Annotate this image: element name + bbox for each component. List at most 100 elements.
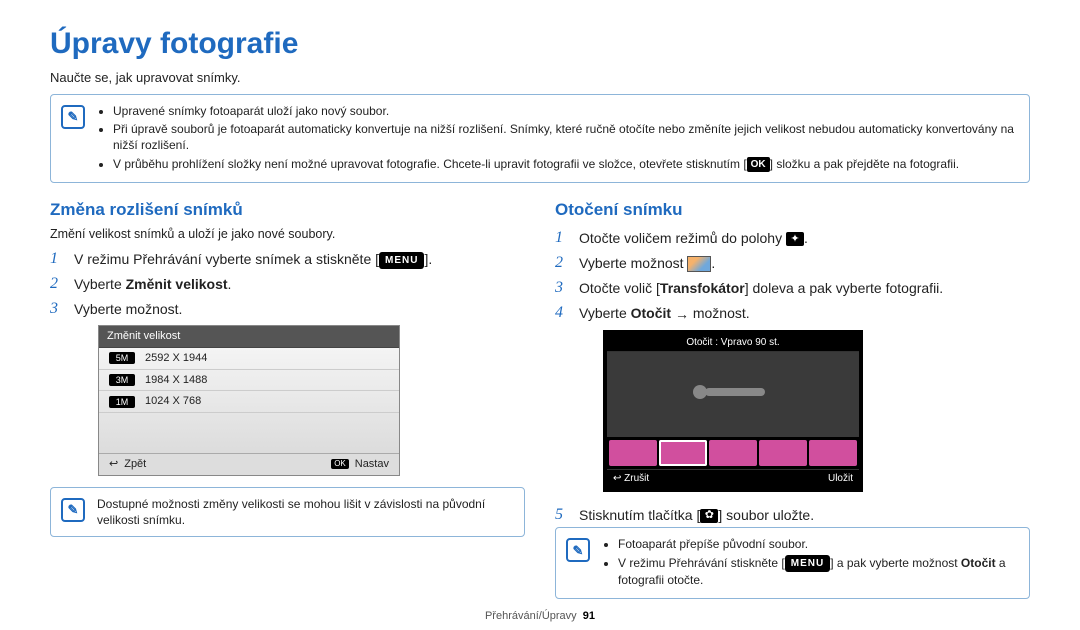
step-text: . bbox=[711, 255, 715, 271]
footer-page-number: 91 bbox=[583, 610, 595, 622]
macro-flower-icon: ✿ bbox=[700, 509, 718, 523]
note-icon: ✎ bbox=[566, 538, 590, 562]
lcd-row[interactable]: 3M 1984 X 1488 bbox=[99, 370, 399, 392]
ok-icon: OK bbox=[331, 459, 349, 470]
lcd-cancel-label: Zrušit bbox=[624, 473, 649, 484]
page-footer: Přehrávání/Úpravy 91 bbox=[0, 609, 1080, 624]
right-note-box: ✎ Fotoaparát přepíše původní soubor. V r… bbox=[555, 527, 1030, 599]
step-text: Vyberte možnost bbox=[579, 255, 687, 271]
resolution-badge: 3M bbox=[109, 374, 135, 386]
back-icon: ↩ bbox=[109, 457, 118, 472]
lcd-footer: ↩ Zpět OK Nastav bbox=[99, 453, 399, 475]
lcd-rotate-footer: ↩ Zrušit Uložit bbox=[607, 469, 859, 488]
page-intro: Naučte se, jak upravovat snímky. bbox=[50, 69, 1030, 87]
lcd-rotate-preview bbox=[607, 352, 859, 437]
top-note-item-tail: ] složku a pak přejděte na fotografii. bbox=[770, 157, 959, 171]
step-text: Otočte volič [ bbox=[579, 280, 660, 296]
right-note-item: V režimu Přehrávání stiskněte [MENU] a p… bbox=[618, 555, 1019, 589]
lcd-body: 5M 2592 X 1944 3M 1984 X 1488 1M 1024 X … bbox=[99, 348, 399, 453]
note-icon: ✎ bbox=[61, 105, 85, 129]
menu-button-icon: MENU bbox=[785, 555, 830, 573]
edit-thumbnail-icon bbox=[687, 256, 711, 272]
right-note-list: Fotoaparát přepíše původní soubor. V rež… bbox=[602, 536, 1019, 590]
step-text: . bbox=[228, 276, 232, 292]
right-note-text: V režimu Přehrávání stiskněte [ bbox=[618, 556, 785, 570]
right-note-bold: Otočit bbox=[961, 556, 996, 570]
preview-person-icon bbox=[693, 380, 773, 410]
lcd-back-label: Zpět bbox=[124, 457, 146, 472]
top-note-item: Při úpravě souborů je fotoaparát automat… bbox=[113, 121, 1019, 153]
right-heading: Otočení snímku bbox=[555, 199, 1030, 222]
step-text: ] doleva a pak vyberte fotografii. bbox=[745, 280, 943, 296]
mode-dial-icon: ✦ bbox=[786, 232, 804, 246]
lcd-row[interactable]: 1M 1024 X 768 bbox=[99, 391, 399, 413]
left-steps: V režimu Přehrávání vyberte snímek a sti… bbox=[50, 247, 525, 487]
lcd-resize: Změnit velikost 5M 2592 X 1944 3M 1984 X… bbox=[98, 325, 400, 476]
page-root: Úpravy fotografie Naučte se, jak upravov… bbox=[0, 0, 1080, 630]
left-heading: Změna rozlišení snímků bbox=[50, 199, 525, 222]
step-text: Vyberte bbox=[579, 305, 631, 321]
page-title: Úpravy fotografie bbox=[50, 24, 1030, 65]
top-note-item: Upravené snímky fotoaparát uloží jako no… bbox=[113, 103, 1019, 119]
top-note-item-text: V průběhu prohlížení složky není možné u… bbox=[113, 157, 747, 171]
lcd-rotate: Otočit : Vpravo 90 st. bbox=[603, 330, 863, 492]
lcd-rotate-title: Otočit : Vpravo 90 st. bbox=[607, 334, 859, 353]
right-step-5: Stisknutím tlačítka [✿] soubor uložte. bbox=[555, 503, 1030, 528]
resolution-text: 1984 X 1488 bbox=[145, 373, 207, 388]
rotate-thumb-selected[interactable] bbox=[659, 440, 707, 466]
lcd-cancel[interactable]: ↩ Zrušit bbox=[613, 472, 649, 486]
lcd-save-label: Uložit bbox=[828, 473, 853, 484]
step-text: Vyberte možnost. bbox=[74, 301, 182, 317]
lcd-back[interactable]: ↩ Zpět bbox=[109, 457, 146, 472]
step-text: možnost. bbox=[689, 305, 750, 321]
step-text-bold: Změnit velikost bbox=[126, 276, 228, 292]
step-text-bold: Otočit bbox=[631, 305, 671, 321]
top-note-box: ✎ Upravené snímky fotoaparát uloží jako … bbox=[50, 94, 1030, 183]
resolution-text: 2592 X 1944 bbox=[145, 351, 207, 366]
column-left: Změna rozlišení snímků Změní velikost sn… bbox=[50, 193, 525, 607]
rotate-thumb[interactable] bbox=[809, 440, 857, 466]
right-note-item: Fotoaparát přepíše původní soubor. bbox=[618, 536, 1019, 552]
footer-section: Přehrávání/Úpravy bbox=[485, 610, 577, 622]
step-text: ] soubor uložte. bbox=[718, 507, 814, 523]
top-note-list: Upravené snímky fotoaparát uloží jako no… bbox=[97, 103, 1019, 174]
right-step-2: Vyberte možnost . bbox=[555, 251, 1030, 276]
ok-icon: OK bbox=[747, 157, 770, 173]
rotate-thumb[interactable] bbox=[609, 440, 657, 466]
left-step-3: Vyberte možnost. Změnit velikost 5M 2592… bbox=[50, 297, 525, 487]
resolution-badge: 5M bbox=[109, 352, 135, 364]
lcd-set[interactable]: OK Nastav bbox=[331, 457, 389, 472]
lcd-set-label: Nastav bbox=[355, 457, 389, 472]
lcd-row[interactable]: 5M 2592 X 1944 bbox=[99, 348, 399, 370]
content-columns: Změna rozlišení snímků Změní velikost sn… bbox=[50, 193, 1030, 607]
lcd-title: Změnit velikost bbox=[99, 326, 399, 348]
right-note-text: ] a pak vyberte možnost bbox=[830, 556, 961, 570]
rotate-thumb[interactable] bbox=[709, 440, 757, 466]
menu-button-icon: MENU bbox=[379, 252, 424, 270]
step-text: Otočte voličem režimů do polohy bbox=[579, 230, 786, 246]
right-steps: Otočte voličem režimů do polohy ✦. Vyber… bbox=[555, 226, 1030, 527]
resolution-text: 1024 X 768 bbox=[145, 394, 201, 409]
note-icon: ✎ bbox=[61, 498, 85, 522]
rotate-thumb[interactable] bbox=[759, 440, 807, 466]
lcd-rotate-thumbs bbox=[607, 437, 859, 469]
left-step-1: V režimu Přehrávání vyberte snímek a sti… bbox=[50, 247, 525, 272]
step-text: Stisknutím tlačítka [ bbox=[579, 507, 700, 523]
left-step-2: Vyberte Změnit velikost. bbox=[50, 272, 525, 297]
step-text: . bbox=[804, 230, 808, 246]
left-note-text: Dostupné možnosti změny velikosti se moh… bbox=[97, 496, 514, 528]
arrow-icon: → bbox=[675, 306, 689, 322]
lcd-save[interactable]: Uložit bbox=[828, 472, 853, 486]
step-text: V režimu Přehrávání vyberte snímek a sti… bbox=[74, 251, 379, 267]
top-note-item: V průběhu prohlížení složky není možné u… bbox=[113, 156, 1019, 173]
step-text: ]. bbox=[424, 251, 432, 267]
column-right: Otočení snímku Otočte voličem režimů do … bbox=[555, 193, 1030, 607]
step-text: Vyberte bbox=[74, 276, 126, 292]
right-step-4: Vyberte Otočit → možnost. Otočit : Vprav… bbox=[555, 301, 1030, 503]
resolution-badge: 1M bbox=[109, 396, 135, 408]
right-step-1: Otočte voličem režimů do polohy ✦. bbox=[555, 226, 1030, 251]
right-step-3: Otočte volič [Transfokátor] doleva a pak… bbox=[555, 276, 1030, 301]
step-text-bold: Transfokátor bbox=[660, 280, 745, 296]
left-note-box: ✎ Dostupné možnosti změny velikosti se m… bbox=[50, 487, 525, 537]
left-desc: Změní velikost snímků a uloží je jako no… bbox=[50, 226, 525, 243]
